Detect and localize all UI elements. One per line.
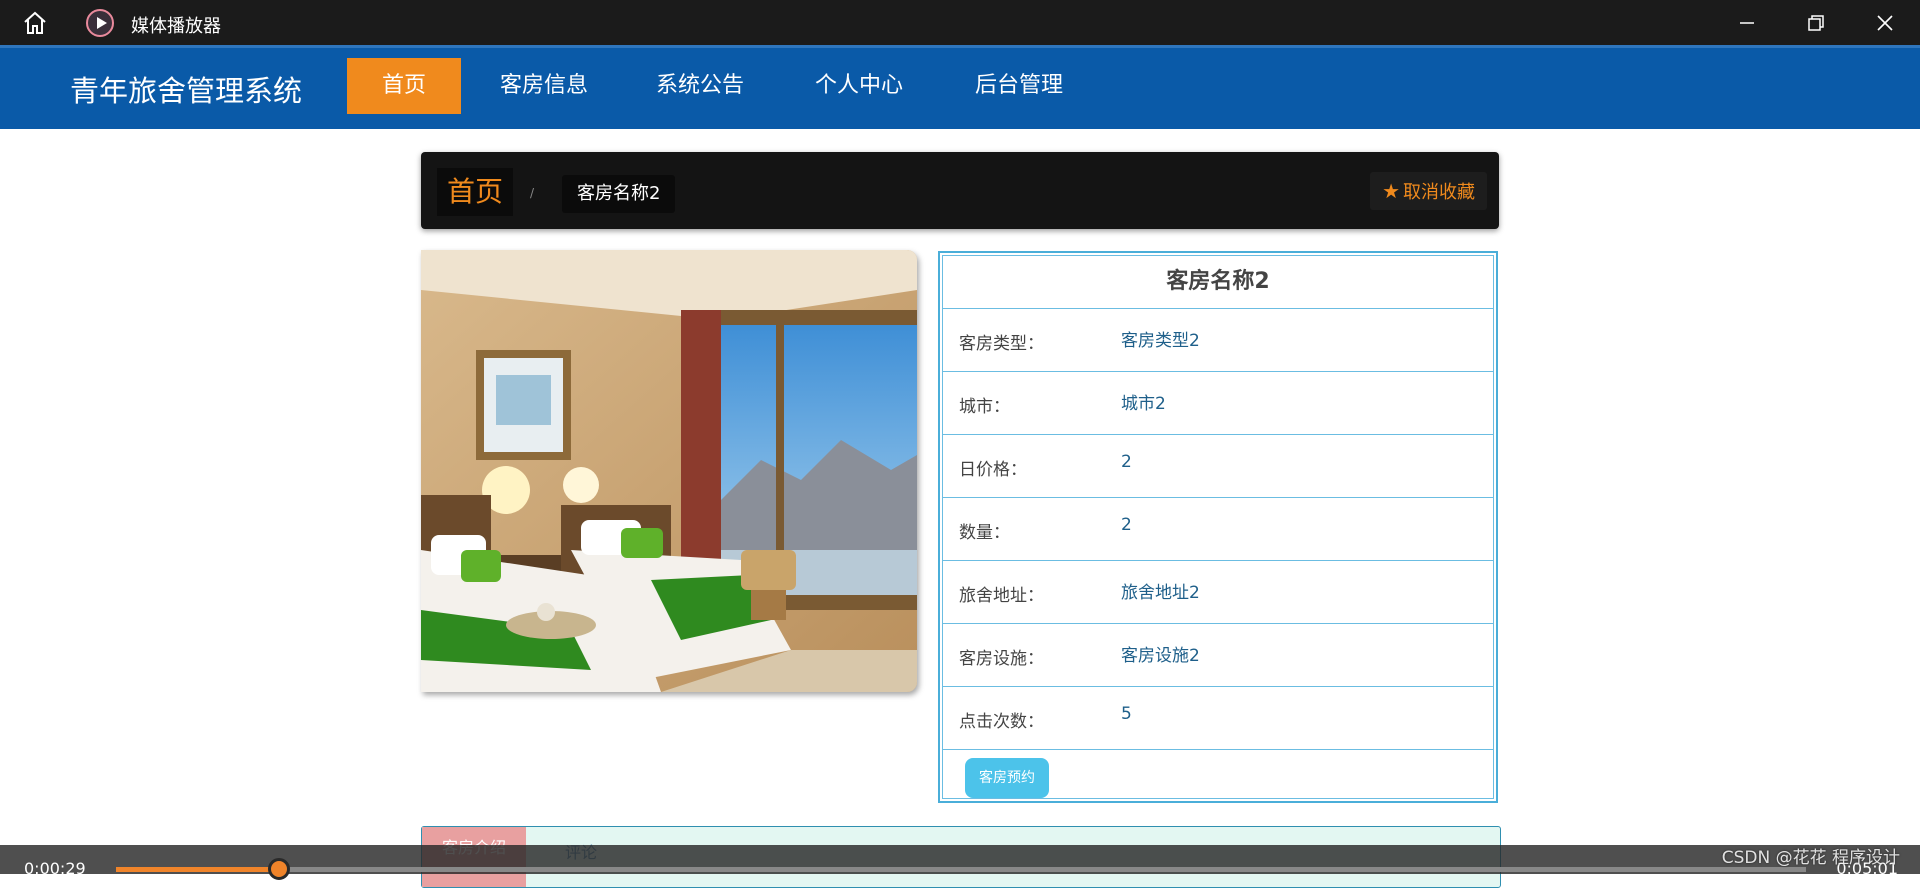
detail-label: 客房设施： [959,649,1044,669]
breadcrumb-separator: / [530,186,535,200]
detail-label: 数量： [959,523,1010,543]
site-title[interactable]: 青年旅舍管理系统 [70,68,302,110]
detail-label: 点击次数： [959,712,1044,732]
detail-row-room-type: 客房类型： 客房类型2 [943,309,1493,372]
nav-item-home[interactable]: 首页 [347,58,461,114]
room-photo [421,250,917,692]
detail-row-hostel-address: 旅舍地址： 旅舍地址2 [943,561,1493,624]
nav-item-profile[interactable]: 个人中心 [799,58,919,114]
nav-item-rooms[interactable]: 客房信息 [484,58,604,114]
detail-label: 旅舍地址： [959,586,1044,606]
seek-handle[interactable] [267,858,290,880]
nav-item-announcements[interactable]: 系统公告 [640,58,760,114]
seek-bar[interactable] [116,858,1806,880]
room-detail-panel: 客房名称2 客房类型： 客房类型2 城市： 城市2 日价格： 2 数量： 2 旅… [938,251,1498,803]
detail-value: 城市2 [1121,394,1166,414]
detail-label: 日价格： [959,460,1027,480]
restore-icon[interactable] [1805,12,1827,34]
room-name-heading: 客房名称2 [943,256,1493,309]
detail-row-quantity: 数量： 2 [943,498,1493,561]
detail-row-city: 城市： 城市2 [943,372,1493,435]
book-row: 客房预约 [943,750,1493,805]
player-controls: 0:00:29 0:05:01 [0,845,1920,880]
unfavorite-button[interactable]: ★ 取消收藏 [1370,172,1487,210]
media-player-titlebar: 媒体播放器 [0,0,1920,45]
breadcrumb-home[interactable]: 首页 [437,168,514,216]
detail-label: 城市： [959,397,1010,417]
detail-value: 2 [1121,452,1132,472]
watermark: CSDN @花花 程序设计 [1721,848,1900,868]
detail-value: 5 [1121,704,1132,724]
detail-value: 客房设施2 [1121,646,1200,666]
detail-label: 客房类型： [959,334,1044,354]
breadcrumb: 首页 / 客房名称2 ★ 取消收藏 [421,152,1499,229]
unfavorite-label: 取消收藏 [1403,182,1475,203]
media-player-icon [86,9,114,37]
book-room-button[interactable]: 客房预约 [965,758,1049,798]
window-title: 媒体播放器 [131,16,221,37]
detail-value: 2 [1121,515,1132,535]
detail-value: 旅舍地址2 [1121,583,1200,603]
current-time: 0:00:29 [24,859,86,878]
detail-row-daily-price: 日价格： 2 [943,435,1493,498]
minimize-icon[interactable] [1736,12,1758,34]
detail-row-click-count: 点击次数： 5 [943,687,1493,750]
home-icon[interactable] [22,10,48,36]
hotel-room-illustration [421,250,917,692]
close-icon[interactable] [1874,12,1896,34]
breadcrumb-current: 客房名称2 [562,175,676,213]
detail-value: 客房类型2 [1121,331,1200,351]
seek-progress [116,867,279,872]
nav-item-admin[interactable]: 后台管理 [959,58,1079,114]
star-icon: ★ [1382,179,1400,203]
detail-row-facilities: 客房设施： 客房设施2 [943,624,1493,687]
site-navbar: 青年旅舍管理系统 首页 客房信息 系统公告 个人中心 后台管理 [0,45,1920,129]
